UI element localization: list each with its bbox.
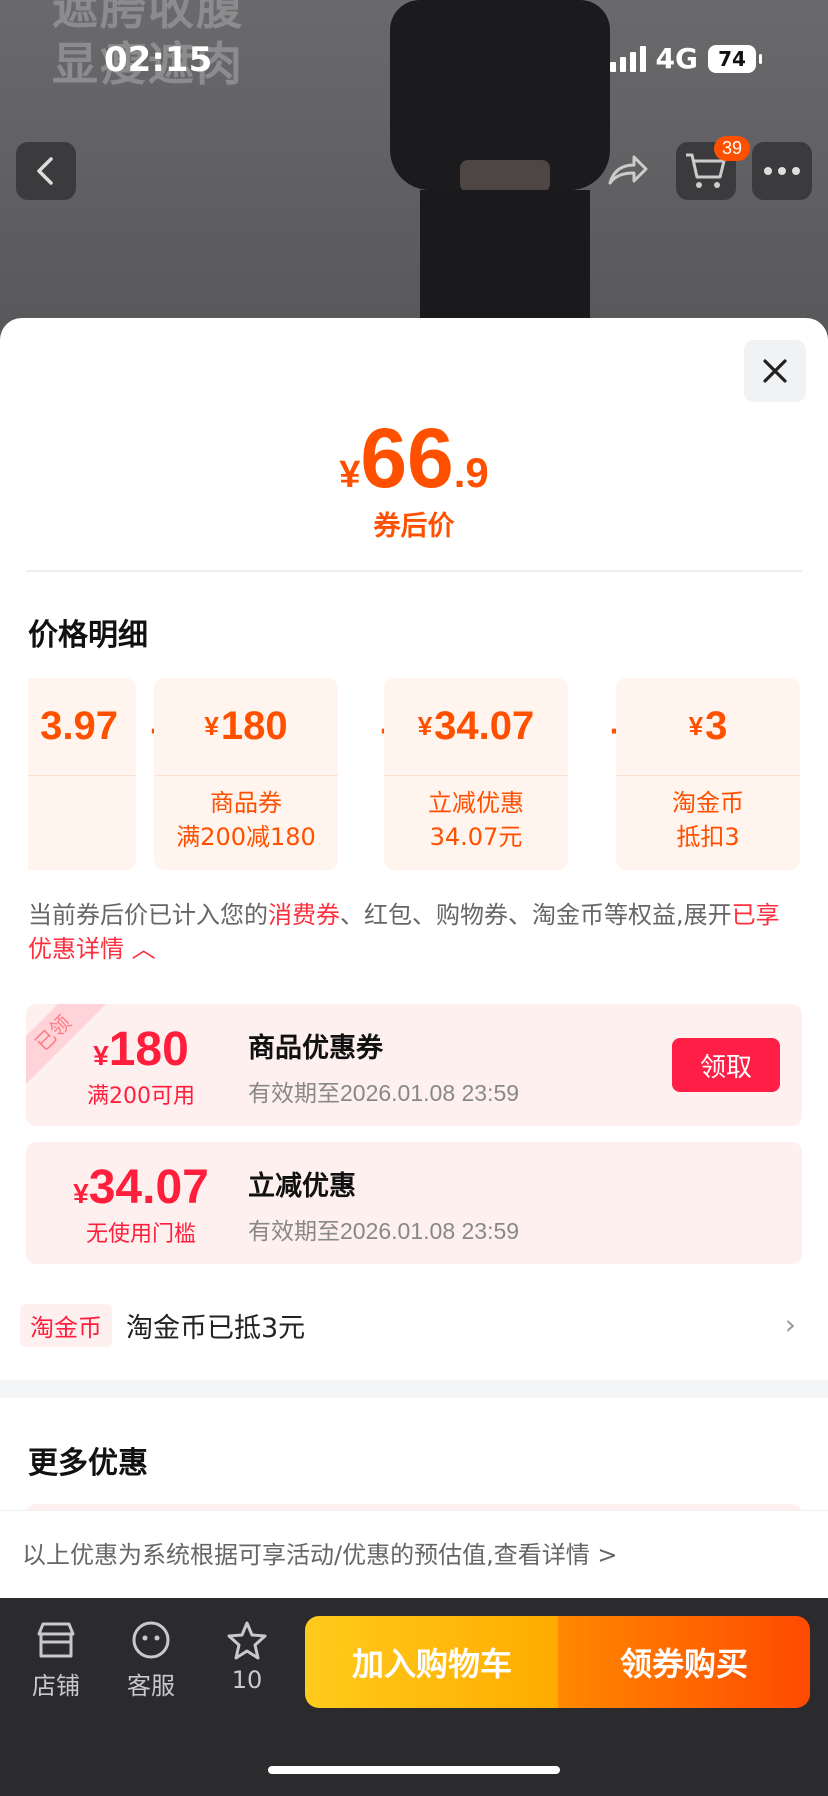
final-price-label: 券后价 [373,511,455,542]
taojinbi-row[interactable]: 淘金币 淘金币已抵3元 › [20,1302,810,1348]
close-button[interactable] [744,340,806,402]
coupon-value: ¥180 [93,1023,189,1076]
breakdown-card-original: 3.97 前 [28,678,136,870]
star-icon [227,1621,267,1660]
signal-icon [609,45,646,72]
customer-service-tab[interactable]: 客服 [111,1620,191,1701]
store-tab[interactable]: 店铺 [16,1620,96,1701]
more-button[interactable] [752,142,812,200]
breakdown-card-coupon: ¥180 商品券 满200减180 [154,678,338,870]
status-indicators: 4G 74 [609,42,762,75]
bottom-action-bar: 店铺 客服 10 加入购物车 领券购买 [0,1598,828,1796]
share-icon [608,155,648,185]
more-dots-icon [764,167,800,175]
cart-count-badge: 39 [713,136,750,161]
disclaimer-text[interactable]: 以上优惠为系统根据可享活动/优惠的预估值,查看详情 > [22,1535,617,1570]
divider [26,570,802,572]
coupon-expiry: 有效期至2026.01.08 23:59 [248,1080,520,1106]
coupon-condition: 无使用门槛 [85,1222,196,1247]
claim-coupon-button[interactable]: 领取 [672,1038,780,1092]
coupon-card-instant-discount: ¥34.07 无使用门槛 立减优惠 有效期至2026.01.08 23:59 [26,1142,802,1264]
buy-with-coupon-button[interactable]: 领券购买 [558,1616,810,1708]
add-to-cart-button[interactable]: 加入购物车 [305,1616,559,1708]
coupon-name: 立减优惠 [248,1171,356,1202]
status-time: 02:15 [104,40,213,80]
taojinbi-text: 淘金币已抵3元 [126,1312,306,1344]
price-detail-title: 价格明细 [28,618,148,653]
store-icon [37,1622,75,1658]
price-note: 当前券后价已计入您的消费券、红包、购物券、淘金币等权益,展开已享优惠详情 ︿ [28,901,780,963]
breakdown-card-taojinbi: ¥3 淘金币 抵扣3 [616,678,800,870]
battery-icon: 74 [708,44,762,73]
close-icon [763,359,787,383]
share-button[interactable] [598,142,658,200]
back-button[interactable] [16,142,76,200]
chevron-left-icon [37,157,53,185]
favorite-tab[interactable]: 10 [207,1620,287,1694]
cart-button[interactable]: 39 [676,136,750,200]
more-discounts-title: 更多优惠 [28,1446,148,1481]
coupon-card-product: 已领 ¥180 满200可用 商品优惠券 有效期至2026.01.08 23:5… [26,1004,802,1126]
chevron-up-icon[interactable]: ︿ [124,935,156,963]
chat-face-icon [132,1621,170,1659]
price-breakdown-row[interactable]: 3.97 前 - ¥180 商品券满200减180 - ¥34.07 立减优惠3… [28,678,828,870]
network-type: 4G [655,42,698,75]
breakdown-card-instant-discount: ¥34.07 立减优惠 34.07元 [384,678,568,870]
section-separator [0,1380,828,1398]
home-indicator [268,1766,560,1774]
coupon-name: 商品优惠券 [248,1033,383,1064]
final-price: ¥66.9 [339,411,489,505]
taojinbi-tag: 淘金币 [20,1303,112,1347]
coupon-expiry: 有效期至2026.01.08 23:59 [248,1218,520,1244]
coupon-value: ¥34.07 [73,1161,209,1214]
price-detail-sheet: ¥66.9 券后价 价格明细 3.97 前 - ¥180 商品券满200减180… [0,318,828,1598]
coupon-condition: 满200可用 [87,1084,195,1109]
chevron-right-icon: › [784,1308,796,1341]
disclaimer-bar[interactable]: 以上优惠为系统根据可享活动/优惠的预估值,查看详情 > [0,1510,828,1596]
